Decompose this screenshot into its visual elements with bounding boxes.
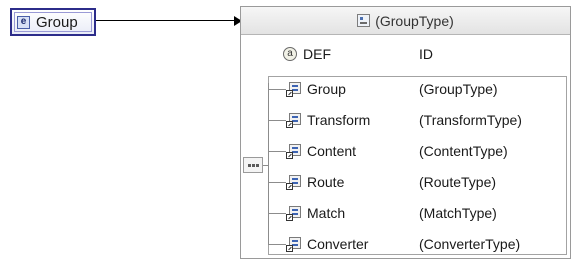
- complex-type-icon: [357, 14, 371, 27]
- attribute-name: DEF: [303, 46, 331, 62]
- tree-branch-line: [269, 89, 286, 90]
- element-ref-icon: [286, 112, 302, 128]
- child-element-type: (RouteType): [419, 174, 497, 190]
- child-element-row[interactable]: Match: [286, 201, 345, 225]
- attribute-type: ID: [419, 46, 433, 62]
- child-element-name: Converter: [307, 236, 369, 252]
- sequence-connector-stub: [263, 165, 268, 166]
- tree-branch-line: [269, 182, 286, 183]
- child-element-name: Content: [307, 143, 357, 159]
- element-ref-icon: [286, 236, 302, 252]
- child-element-row[interactable]: Converter: [286, 232, 368, 256]
- child-element-row[interactable]: Transform: [286, 108, 370, 132]
- child-element-type: (MatchType): [419, 205, 497, 221]
- element-ref-icon: [286, 174, 302, 190]
- tree-branch-line: [269, 151, 286, 152]
- child-element-type: (GroupType): [419, 81, 498, 97]
- child-element-row[interactable]: Route: [286, 170, 344, 194]
- child-element-name: Route: [307, 174, 345, 190]
- element-ref-icon: [286, 81, 302, 97]
- attribute-row[interactable]: a DEF: [283, 42, 331, 66]
- attribute-icon: a: [283, 47, 297, 61]
- child-element-name: Group: [307, 81, 346, 97]
- tree-branch-line: [269, 244, 286, 245]
- child-element-type: (TransformType): [419, 112, 522, 128]
- element-ref-icon: [286, 205, 302, 221]
- child-element-row[interactable]: Content: [286, 139, 356, 163]
- child-element-name: Match: [307, 205, 346, 221]
- complex-type-header[interactable]: (GroupType): [241, 7, 570, 35]
- element-icon: e: [17, 15, 30, 29]
- root-element-label: Group: [36, 13, 78, 31]
- child-element-type: (ConverterType): [419, 236, 521, 252]
- sequence-group-box: [268, 76, 567, 255]
- child-element-type: (ContentType): [419, 143, 508, 159]
- complex-type-title: (GroupType): [375, 12, 454, 29]
- connector-line: [96, 20, 242, 21]
- root-element-group[interactable]: e Group: [10, 8, 96, 36]
- tree-branch-line: [269, 213, 286, 214]
- sequence-icon[interactable]: [243, 157, 263, 173]
- tree-branch-line: [269, 120, 286, 121]
- element-ref-icon: [286, 143, 302, 159]
- complex-type-box[interactable]: (GroupType) a DEF ID Group (GroupType) Tra…: [240, 6, 571, 259]
- sequence-tree-line: [268, 83, 269, 245]
- child-element-row[interactable]: Group: [286, 77, 346, 101]
- child-element-name: Transform: [307, 112, 371, 128]
